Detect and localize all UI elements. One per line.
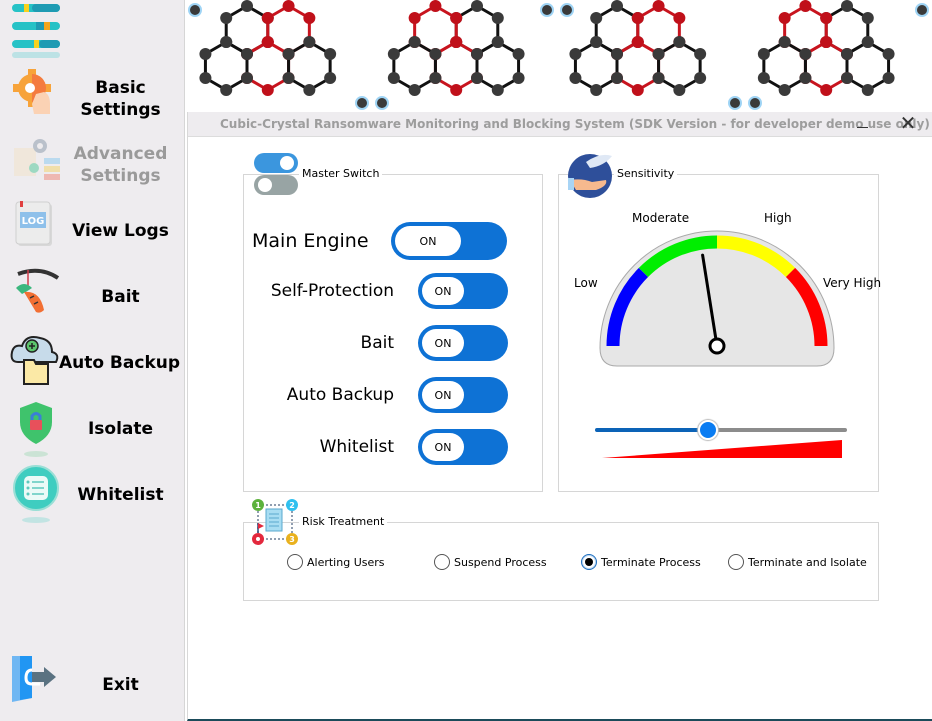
svg-text:2: 2 xyxy=(289,501,295,510)
sensitivity-title: Sensitivity xyxy=(614,167,678,180)
sensitivity-icon xyxy=(566,150,616,200)
sensitivity-gauge xyxy=(599,230,835,367)
radio-terminate-and-isolate[interactable]: Terminate and Isolate xyxy=(728,552,867,572)
sidebar-item-view-logs[interactable]: LOG View Logs xyxy=(0,200,185,262)
svg-text:3: 3 xyxy=(289,535,295,544)
sidebar-item-label: Whitelist xyxy=(77,485,164,505)
log-file-icon: LOG xyxy=(10,200,62,262)
radio-label: Alerting Users xyxy=(307,555,385,569)
molecule-atom xyxy=(188,3,202,17)
sidebar-item-bait[interactable]: Bait xyxy=(0,266,185,328)
radio-button[interactable] xyxy=(581,554,597,570)
gauge-label-very-high: Very High xyxy=(823,276,882,290)
molecule-atom xyxy=(355,96,369,110)
toggle-state: ON xyxy=(422,329,464,357)
toggle-state: ON xyxy=(422,433,464,461)
toggle-state: ON xyxy=(422,381,464,409)
self-protection-label: Self-Protection xyxy=(270,281,394,301)
checklist-icon xyxy=(10,464,62,526)
svg-text:1: 1 xyxy=(255,501,261,510)
molecule-graphic xyxy=(199,0,337,96)
molecule-banner xyxy=(187,0,932,112)
whitelist-label: Whitelist xyxy=(319,437,394,457)
molecule-atom xyxy=(560,3,574,17)
sensitivity-slider[interactable] xyxy=(595,420,847,440)
toggle-state: ON xyxy=(422,277,464,305)
title-bar: Cubic-Crystal Ransomware Monitoring and … xyxy=(188,112,932,137)
radio-label: Suspend Process xyxy=(454,555,547,569)
auto-backup-toggle[interactable]: ON xyxy=(418,377,508,413)
sidebar-item-label: Bait xyxy=(101,287,140,307)
main-engine-label: Main Engine xyxy=(252,230,369,252)
master-switch-icon xyxy=(254,153,298,195)
sidebar: Basic Settings Advanced Settings LOG Vie… xyxy=(0,0,185,721)
exit-label: Exit xyxy=(102,675,139,695)
molecule-atom xyxy=(748,96,762,110)
app-logo xyxy=(10,2,62,62)
close-icon: ✕ xyxy=(899,113,917,135)
molecule-banner-image xyxy=(188,0,929,110)
sidebar-item-isolate[interactable]: Isolate xyxy=(0,398,185,460)
gauge-label-moderate: Moderate xyxy=(632,211,690,225)
gauge-label-low: Low xyxy=(574,276,598,290)
radio-suspend-process[interactable]: Suspend Process xyxy=(434,552,547,572)
stacked-bars-logo-icon xyxy=(12,4,60,58)
sidebar-item-auto-backup[interactable]: Auto Backup xyxy=(0,332,185,394)
window-title: Cubic-Crystal Ransomware Monitoring and … xyxy=(220,117,930,131)
bait-toggle[interactable]: ON xyxy=(418,325,508,361)
svg-text:LOG: LOG xyxy=(22,216,45,227)
whitelist-toggle[interactable]: ON xyxy=(418,429,508,465)
gauge-pivot xyxy=(708,337,726,355)
sidebar-item-basic-settings[interactable]: Basic Settings xyxy=(0,68,185,130)
molecule-graphic xyxy=(569,0,707,96)
cloud-backup-icon xyxy=(8,332,60,394)
radio-button[interactable] xyxy=(728,554,744,570)
molecule-graphic xyxy=(387,0,525,96)
sidebar-item-label: Isolate xyxy=(87,419,154,439)
bait-label: Bait xyxy=(360,333,394,353)
sidebar-item-label: View Logs xyxy=(72,221,169,241)
settings-gear-hand-icon xyxy=(10,68,62,130)
sidebar-item-label: Advanced Settings xyxy=(73,144,168,186)
molecule-graphic xyxy=(757,0,895,96)
gauge-label-high: High xyxy=(764,211,792,225)
self-protection-toggle[interactable]: ON xyxy=(418,273,508,309)
sidebar-item-label: Auto Backup xyxy=(58,353,181,373)
sidebar-item-advanced-settings[interactable]: Advanced Settings xyxy=(0,134,185,196)
exit-button[interactable]: Exit xyxy=(0,654,185,716)
master-switch-title: Master Switch xyxy=(299,167,383,180)
advanced-settings-icon xyxy=(10,134,62,196)
slider-thumb[interactable] xyxy=(698,420,719,440)
molecule-atom xyxy=(915,3,929,17)
sensitivity-ramp xyxy=(602,440,842,458)
toggle-state: ON xyxy=(395,226,461,256)
radio-button[interactable] xyxy=(434,554,450,570)
sidebar-item-whitelist[interactable]: Whitelist xyxy=(0,464,185,526)
exit-door-icon xyxy=(10,654,62,716)
radio-terminate-process[interactable]: Terminate Process xyxy=(581,552,701,572)
molecule-atom xyxy=(375,96,389,110)
radio-label: Terminate Process xyxy=(601,555,701,569)
risk-treatment-icon: 1 2 3 xyxy=(250,497,300,547)
shield-lock-icon xyxy=(10,398,62,460)
close-button[interactable]: ✕ xyxy=(896,114,920,136)
slider-track-filled xyxy=(595,428,709,432)
auto-backup-label: Auto Backup xyxy=(286,385,394,405)
radio-label: Terminate and Isolate xyxy=(748,555,867,569)
radio-button[interactable] xyxy=(287,554,303,570)
molecule-atom xyxy=(540,3,554,17)
main-engine-toggle[interactable]: ON xyxy=(391,222,507,260)
radio-alerting-users[interactable]: Alerting Users xyxy=(287,552,385,572)
sidebar-item-label: Basic Settings xyxy=(80,78,161,120)
molecule-atom xyxy=(728,96,742,110)
slider-track-empty xyxy=(708,428,847,432)
minimize-button[interactable] xyxy=(852,114,874,134)
risk-treatment-title: Risk Treatment xyxy=(299,515,388,528)
carrot-bait-icon xyxy=(10,266,62,328)
